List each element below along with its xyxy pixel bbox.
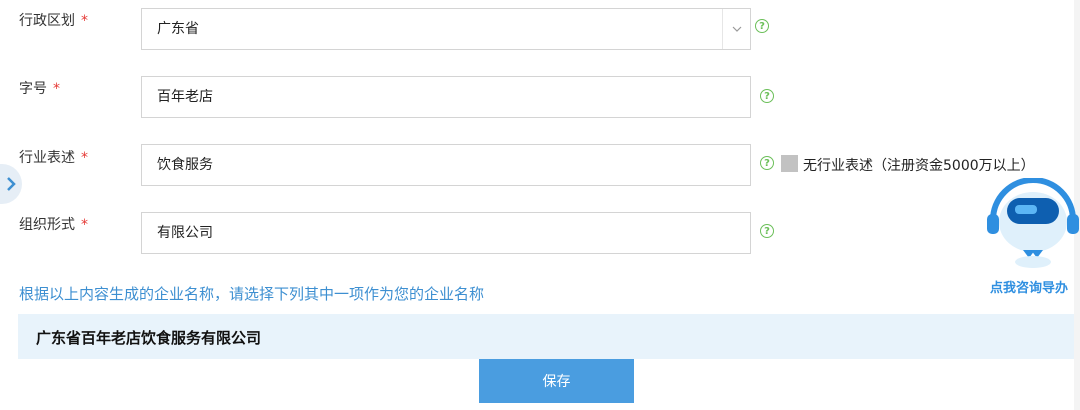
org-form-input[interactable]: 有限公司 xyxy=(141,212,751,254)
assistant-robot-icon[interactable] xyxy=(985,177,1080,273)
help-icon[interactable]: ? xyxy=(755,19,769,33)
required-mark: * xyxy=(81,13,88,29)
required-mark: * xyxy=(81,150,88,166)
region-select-value: 广东省 xyxy=(157,21,199,37)
help-icon[interactable]: ? xyxy=(760,89,774,103)
side-expand-tab[interactable] xyxy=(0,164,22,204)
required-mark: * xyxy=(81,217,88,233)
generated-name-option[interactable]: 广东省百年老店饮食服务有限公司 xyxy=(18,314,1080,359)
brand-label: 字号 * xyxy=(19,81,60,97)
no-industry-checkbox-label: 无行业表述（注册资金5000万以上） xyxy=(803,158,1035,174)
industry-input-value: 饮食服务 xyxy=(157,157,213,173)
region-select[interactable]: 广东省 xyxy=(141,8,751,50)
brand-input-value: 百年老店 xyxy=(157,89,213,105)
region-label: 行政区划 * xyxy=(19,13,88,29)
chevron-right-icon xyxy=(7,177,16,191)
industry-label: 行业表述 * xyxy=(19,150,88,166)
help-icon[interactable]: ? xyxy=(760,156,774,170)
assistant-caption[interactable]: 点我咨询导办 xyxy=(990,277,1068,296)
required-mark: * xyxy=(53,81,60,97)
brand-input[interactable]: 百年老店 xyxy=(141,76,751,118)
chevron-down-icon[interactable] xyxy=(722,9,750,49)
generated-name-text: 广东省百年老店饮食服务有限公司 xyxy=(36,329,262,347)
help-icon[interactable]: ? xyxy=(760,224,774,238)
industry-input[interactable]: 饮食服务 xyxy=(141,144,751,186)
org-form-label: 组织形式 * xyxy=(19,217,88,233)
org-form-input-value: 有限公司 xyxy=(157,225,213,241)
name-selection-hint: 根据以上内容生成的企业名称，请选择下列其中一项作为您的企业名称 xyxy=(19,285,485,303)
save-button[interactable]: 保存 xyxy=(479,359,634,403)
no-industry-checkbox[interactable] xyxy=(781,155,798,172)
